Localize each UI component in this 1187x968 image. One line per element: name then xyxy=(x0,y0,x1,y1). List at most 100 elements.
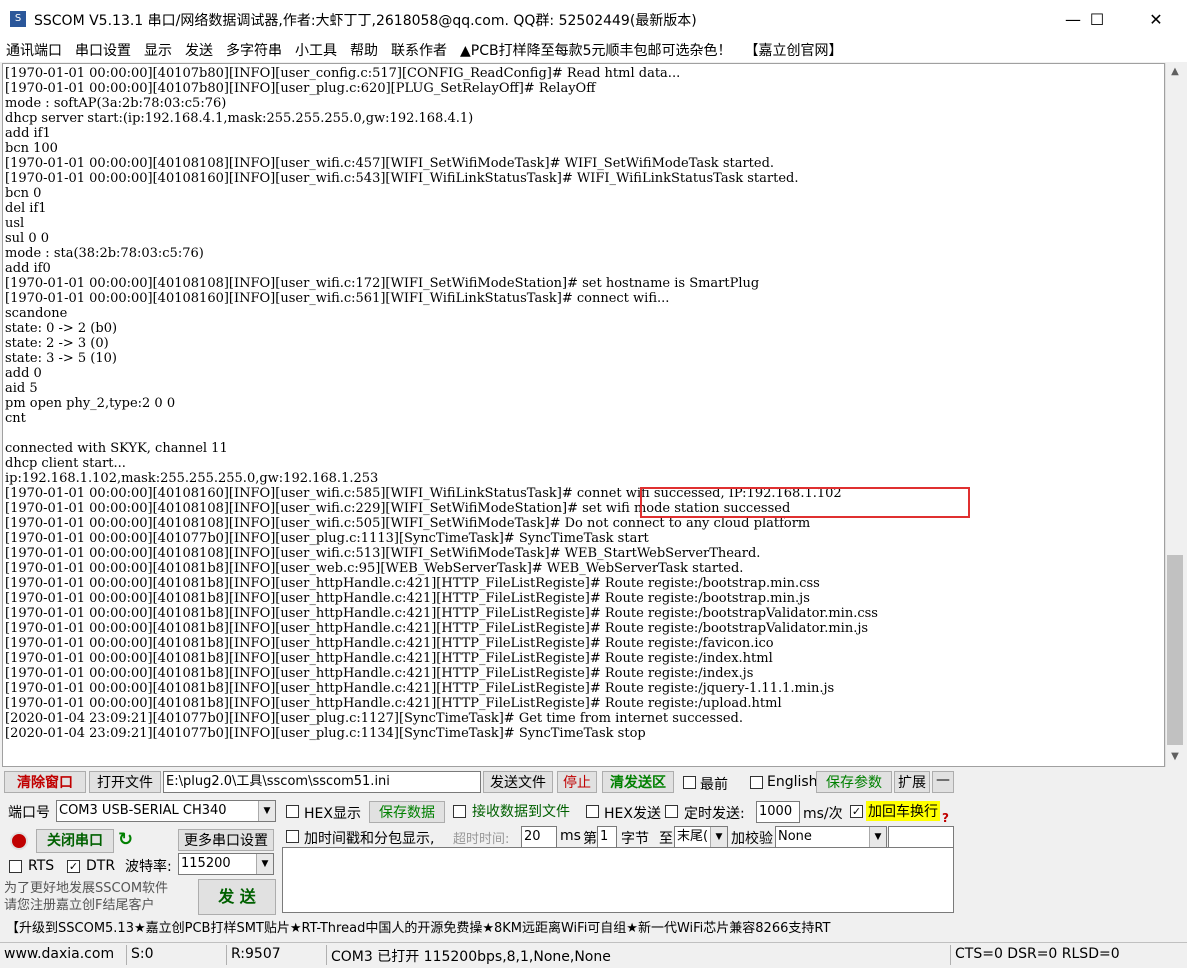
checksum-output[interactable] xyxy=(888,826,954,848)
save-params-button[interactable]: 保存参数 xyxy=(816,771,892,793)
timeout-input[interactable]: 20 xyxy=(521,826,557,848)
open-file-button[interactable]: 打开文件 xyxy=(89,771,161,793)
english-checkbox[interactable] xyxy=(750,776,763,789)
log-line: dhcp server start:(ip:192.168.4.1,mask:2… xyxy=(5,111,474,126)
port-select[interactable]: COM3 USB-SERIAL CH340 ▼ xyxy=(56,800,276,822)
menu-contact[interactable]: 联系作者 xyxy=(391,40,447,60)
log-line: state: 0 -> 2 (b0) xyxy=(5,321,118,336)
recv-to-file-checkbox[interactable] xyxy=(453,805,466,818)
highlight-box xyxy=(640,487,970,518)
byte-prefix: 第 xyxy=(583,831,597,847)
topmost-checkbox[interactable] xyxy=(683,776,696,789)
byte-input[interactable]: 1 xyxy=(597,826,617,848)
collapse-button[interactable]: — xyxy=(932,771,954,793)
to-label: 至 xyxy=(659,831,673,847)
status-signals: CTS=0 DSR=0 RLSD=0 xyxy=(955,946,1120,962)
log-line: pm open phy_2,type:2 0 0 xyxy=(5,396,176,411)
send-button[interactable]: 发 送 xyxy=(198,879,276,915)
log-line: [1970-01-01 00:00:00][401081b8][INFO][us… xyxy=(5,621,869,636)
add-crlf-checkbox[interactable]: ✓ xyxy=(850,805,863,818)
send-text-area[interactable] xyxy=(282,847,954,913)
close-port-button[interactable]: 关闭串口 xyxy=(36,829,114,853)
log-line: connected with SKYK, channel 11 xyxy=(5,441,228,456)
log-line: [1970-01-01 00:00:00][40108108][INFO][us… xyxy=(5,516,811,531)
menu-serial-settings[interactable]: 串口设置 xyxy=(75,40,131,60)
hex-send-label: HEX发送 xyxy=(604,806,661,822)
register-promo[interactable]: 为了更好地发展SSCOM软件 请您注册嘉立创F结尾客户 xyxy=(4,880,194,914)
menu-jlc-site[interactable]: 【嘉立创官网】 xyxy=(745,40,843,60)
menu-display[interactable]: 显示 xyxy=(144,40,172,60)
hex-display-label: HEX显示 xyxy=(304,806,361,822)
log-line: [1970-01-01 00:00:00][40107b80][INFO][us… xyxy=(5,66,681,81)
menu-comm-port[interactable]: 通讯端口 xyxy=(6,40,62,60)
log-line: bcn 100 xyxy=(5,141,58,156)
menu-pcb-promo[interactable]: ▲PCB打样降至每款5元顺丰包邮可选杂色！ xyxy=(460,40,732,60)
log-line: [1970-01-01 00:00:00][40108108][INFO][us… xyxy=(5,276,760,291)
log-line: state: 2 -> 3 (0) xyxy=(5,336,109,351)
log-line: [2020-01-04 23:09:21][401077b0][INFO][us… xyxy=(5,711,743,726)
title-bar: S SSCOM V5.13.1 串口/网络数据调试器,作者:大虾丁丁,26180… xyxy=(0,0,1187,38)
log-line: [1970-01-01 00:00:00][401081b8][INFO][us… xyxy=(5,591,810,606)
file-path-field[interactable]: E:\plug2.0\工具\sscom\sscom51.ini xyxy=(163,771,481,793)
english-label: English xyxy=(767,774,818,790)
menu-multi-string[interactable]: 多字符串 xyxy=(226,40,282,60)
status-site[interactable]: www.daxia.com xyxy=(4,946,114,962)
log-line: scandone xyxy=(5,306,68,321)
promo-ticker[interactable]: 【升级到SSCOM5.13★嘉立创PCB打样SMT贴片★RT-Thread中国人… xyxy=(0,918,1187,940)
help-icon[interactable]: ? xyxy=(942,811,949,825)
status-received: R:9507 xyxy=(231,946,281,962)
chevron-down-icon: ▼ xyxy=(258,801,275,821)
receive-log[interactable]: [1970-01-01 00:00:00][40107b80][INFO][us… xyxy=(2,63,1165,767)
timestamp-checkbox[interactable] xyxy=(286,830,299,843)
save-data-button[interactable]: 保存数据 xyxy=(369,801,445,823)
baud-select[interactable]: 115200 ▼ xyxy=(178,853,274,875)
log-line: [1970-01-01 00:00:00][401081b8][INFO][us… xyxy=(5,576,820,591)
scroll-up-icon[interactable]: ▲ xyxy=(1165,63,1185,80)
dtr-checkbox[interactable]: ✓ xyxy=(67,860,80,873)
timed-send-label: 定时发送: xyxy=(684,806,745,822)
timed-send-checkbox[interactable] xyxy=(665,805,678,818)
menu-send[interactable]: 发送 xyxy=(185,40,213,60)
log-line: state: 3 -> 5 (10) xyxy=(5,351,117,366)
log-line: cnt xyxy=(5,411,26,426)
clear-window-button[interactable]: 清除窗口 xyxy=(4,771,86,793)
log-line: del if1 xyxy=(5,201,47,216)
stop-button[interactable]: 停止 xyxy=(557,771,597,793)
send-file-button[interactable]: 发送文件 xyxy=(483,771,553,793)
interval-input[interactable]: 1000 xyxy=(756,801,800,823)
more-settings-button[interactable]: 更多串口设置 xyxy=(178,829,274,851)
menu-tools[interactable]: 小工具 xyxy=(295,40,337,60)
timeout-label: 超时时间: xyxy=(453,832,510,847)
chevron-down-icon: ▼ xyxy=(710,827,727,847)
log-line: [1970-01-01 00:00:00][401081b8][INFO][us… xyxy=(5,636,774,651)
topmost-label: 最前 xyxy=(700,777,728,793)
log-line: [1970-01-01 00:00:00][401081b8][INFO][us… xyxy=(5,651,773,666)
rts-checkbox[interactable] xyxy=(9,860,22,873)
clear-send-button[interactable]: 清发送区 xyxy=(602,771,674,793)
checksum-select[interactable]: None ▼ xyxy=(775,826,887,848)
log-line: [1970-01-01 00:00:00][401081b8][INFO][us… xyxy=(5,561,744,576)
port-status-icon xyxy=(10,832,28,850)
refresh-icon[interactable]: ↻ xyxy=(118,829,133,850)
end-select[interactable]: 末尾( ▼ xyxy=(674,826,728,848)
baud-label: 波特率: xyxy=(125,859,172,875)
menu-help[interactable]: 帮助 xyxy=(350,40,378,60)
log-line: [1970-01-01 00:00:00][401081b8][INFO][us… xyxy=(5,681,835,696)
hex-display-checkbox[interactable] xyxy=(286,805,299,818)
scroll-down-icon[interactable]: ▼ xyxy=(1165,748,1185,765)
expand-button[interactable]: 扩展 xyxy=(894,771,930,793)
recv-to-file-label[interactable]: 接收数据到文件 xyxy=(472,801,570,821)
hex-send-checkbox[interactable] xyxy=(586,805,599,818)
close-button[interactable]: ✕ xyxy=(1133,0,1179,38)
chevron-down-icon: ▼ xyxy=(869,827,886,847)
maximize-button[interactable]: ☐ xyxy=(1074,0,1120,38)
scroll-thumb[interactable] xyxy=(1167,555,1183,745)
log-line: add if1 xyxy=(5,126,51,141)
log-line: add 0 xyxy=(5,366,42,381)
log-line: [1970-01-01 00:00:00][40108108][INFO][us… xyxy=(5,156,775,171)
log-line: usl xyxy=(5,216,25,231)
ms-label: ms xyxy=(560,828,581,844)
interval-unit: ms/次 xyxy=(803,806,843,822)
